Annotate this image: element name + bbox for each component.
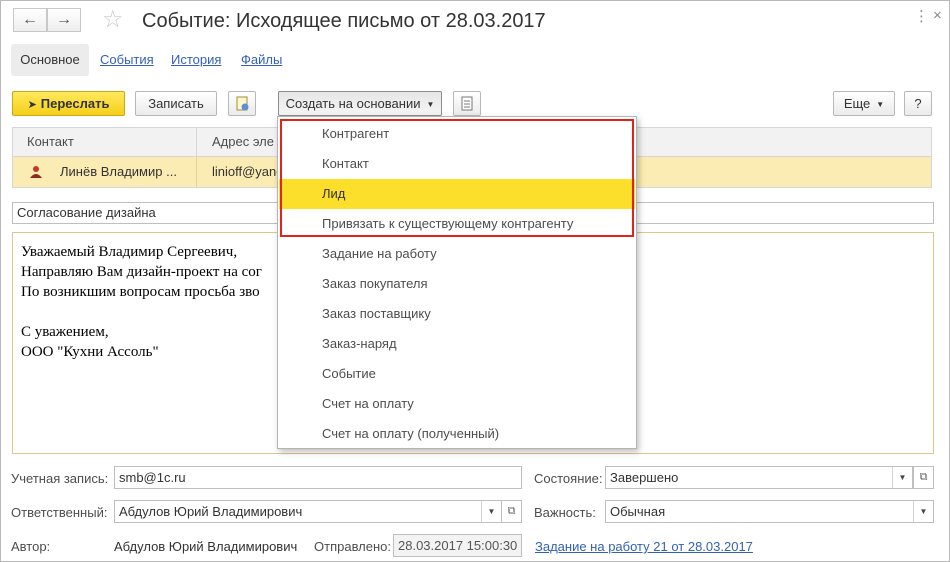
status-label: Состояние: [534,471,603,486]
chevron-down-icon[interactable]: ▼ [481,501,501,522]
chevron-down-icon: ▼ [426,100,435,110]
contact-person-icon [30,166,42,178]
column-header-contact[interactable]: Контакт [27,128,74,156]
menu-item-event[interactable]: Событие [279,359,635,389]
more-window-icon[interactable]: ⋮ [914,7,929,25]
author-value: Абдулов Юрий Владимирович [114,539,298,554]
open-form-icon: ⧉ [919,471,928,483]
responsible-label: Ответственный: [11,505,108,520]
importance-label: Важность: [534,505,596,520]
menu-item-invoice-received[interactable]: Счет на оплату (полученный) [279,419,635,449]
sent-field: 28.03.2017 15:00:30 [393,534,522,557]
favorite-star-icon[interactable]: ☆ [102,7,124,33]
task-link[interactable]: Задание на работу 21 от 28.03.2017 [535,539,753,554]
tab-history[interactable]: История [171,44,221,76]
create-based-on-label: Создать на основании [285,96,421,111]
sent-label: Отправлено: [314,539,392,554]
forward-email-button[interactable]: ➤ Переслать [12,91,125,116]
account-field[interactable]: smb@1c.ru [114,466,522,489]
responsible-select[interactable]: Абдулов Юрий Владимирович ▼ [114,500,502,523]
chevron-down-icon: ▼ [876,100,885,110]
document-icon [461,96,473,111]
more-button[interactable]: Еще ▼ [833,91,895,116]
menu-item-customer-order[interactable]: Заказ покупателя [279,269,635,299]
column-header-address[interactable]: Адрес эле [212,128,274,156]
window-title: Событие: Исходящее письмо от 28.03.2017 [142,10,546,32]
account-label: Учетная запись: [11,471,109,486]
tab-files[interactable]: Файлы [241,44,282,76]
responsible-value: Абдулов Юрий Владимирович [119,504,303,519]
back-button[interactable]: ← [13,8,47,32]
forward-email-label: Переслать [40,96,110,111]
document-print-button[interactable] [453,91,481,116]
status-select[interactable]: Завершено ▼ [605,466,913,489]
menu-item-supplier-order[interactable]: Заказ поставщику [279,299,635,329]
menu-item-work-task[interactable]: Задание на работу [279,239,635,269]
chevron-down-icon[interactable]: ▼ [892,467,912,488]
importance-select[interactable]: Обычная ▼ [605,500,934,523]
arrow-right-icon: → [56,11,72,28]
open-responsible-button[interactable]: ⧉ [501,500,522,523]
column-divider [196,157,197,187]
tab-main[interactable]: Основное [11,44,89,76]
menu-item-invoice[interactable]: Счет на оплату [279,389,635,419]
close-icon[interactable]: × [933,7,942,24]
open-form-icon: ⧉ [507,505,516,517]
forward-nav-button[interactable]: → [47,8,81,32]
forward-arrow-icon: ➤ [27,99,37,111]
arrow-left-icon: ← [22,11,38,28]
chevron-down-icon[interactable]: ▼ [913,501,933,522]
highlight-annotation-box [280,119,634,237]
save-button[interactable]: Записать [135,91,217,116]
contact-cell: Линёв Владимир ... [60,164,177,179]
tab-events[interactable]: События [100,44,154,76]
attach-file-button[interactable] [228,91,256,116]
attach-document-icon [236,96,249,111]
column-divider [196,128,197,156]
importance-value: Обычная [610,504,666,519]
help-button[interactable]: ? [904,91,932,116]
open-status-button[interactable]: ⧉ [913,466,934,489]
address-cell: linioff@yand [212,164,282,179]
more-label: Еще [843,96,871,111]
event-form-window: ← → ☆ Событие: Исходящее письмо от 28.03… [0,0,950,562]
create-based-on-button[interactable]: Создать на основании ▼ [278,91,442,116]
status-value: Завершено [610,470,679,485]
menu-item-work-order[interactable]: Заказ-наряд [279,329,635,359]
author-label: Автор: [11,539,51,554]
